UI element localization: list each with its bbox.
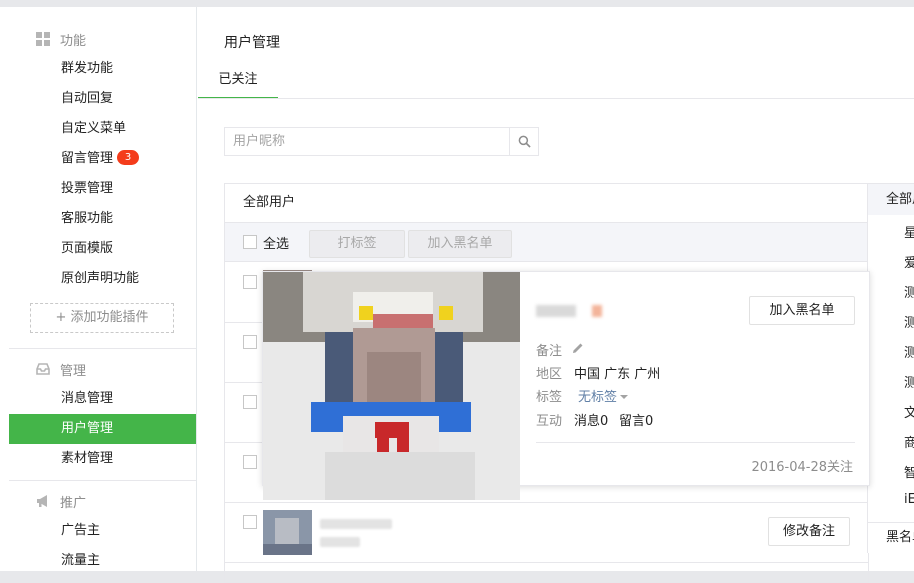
search-icon (518, 135, 531, 148)
tag-filter-item[interactable]: 文 (904, 402, 914, 421)
sidebar-item-custom-menu[interactable]: 自定义菜单 (9, 114, 196, 144)
sidebar-item-label: 广告主 (61, 523, 101, 538)
tag-filter-item[interactable]: 测 (904, 282, 914, 301)
sidebar-item-label: 用户管理 (61, 421, 114, 436)
sidebar-item-votes[interactable]: 投票管理 (9, 174, 196, 204)
tag-filter-item[interactable]: iE (904, 492, 914, 507)
sidebar-item-users[interactable]: 用户管理 (9, 414, 196, 444)
sidebar-item-label: 群发功能 (61, 61, 114, 76)
sidebar-item-label: 客服功能 (61, 211, 114, 226)
sidebar-item-page-templates[interactable]: 页面模版 (9, 234, 196, 264)
select-all-label: 全选 (263, 237, 290, 252)
inbox-icon (36, 363, 50, 375)
sidebar-item-label: 原创声明功能 (61, 271, 140, 286)
sidebar-item-advertiser[interactable]: 广告主 (9, 516, 196, 546)
user-detail-popup: 加入黑名单 备注 地区 中国 广东 广州 标签 无标签 互动 消息0 留言0 2… (262, 271, 870, 500)
panel-title: 全部用户 (225, 184, 868, 223)
divider (9, 348, 196, 349)
sidebar-item-label: 素材管理 (61, 451, 114, 466)
tab-bar-divider (198, 98, 914, 99)
user-avatar (263, 510, 312, 555)
section-promote: 推广 (37, 491, 86, 511)
follow-date: 2016-04-28关注 (751, 460, 853, 475)
search-box (224, 127, 539, 156)
search-button[interactable] (509, 128, 538, 155)
sidebar-item-mass-send[interactable]: 群发功能 (9, 54, 196, 84)
tag-label: 标签 (536, 390, 563, 405)
sidebar-item-original-claim[interactable]: 原创声明功能 (9, 264, 196, 294)
section-label: 推广 (60, 495, 87, 511)
sidebar-item-comments[interactable]: 留言管理 3 (9, 144, 196, 174)
row-checkbox[interactable] (243, 335, 257, 349)
sidebar-item-label: 投票管理 (61, 181, 114, 196)
row-checkbox[interactable] (243, 455, 257, 469)
edit-pencil-icon[interactable] (572, 342, 584, 354)
sidebar: 功能 群发功能 自动回复 自定义菜单 留言管理 3 投票管理 客服功能 页面模版 … (0, 7, 197, 571)
tag-filter-item[interactable]: 爱 (904, 252, 914, 271)
tag-button[interactable]: 打标签 (309, 230, 405, 258)
tag-filter-all[interactable]: 全部用户 (868, 184, 914, 215)
table-row[interactable]: 修改备注 (225, 503, 868, 563)
grid-icon (36, 32, 50, 46)
region-value: 中国 广东 广州 (574, 367, 661, 382)
row-checkbox[interactable] (243, 395, 257, 409)
row-checkbox[interactable] (243, 515, 257, 529)
tag-filter-item[interactable]: 测 (904, 372, 914, 391)
search-input[interactable] (225, 128, 510, 155)
add-plugin-button[interactable]: + 添加功能插件 (30, 303, 174, 333)
sidebar-item-messages[interactable]: 消息管理 (9, 384, 196, 414)
list-toolbar: 全选 打标签 加入黑名单 (225, 223, 868, 262)
tag-filter-item[interactable]: 智 (904, 462, 914, 481)
tag-filter-column: 全部用户 星 爱 测 测 测 测 文 商 智 iE 黑名单 (867, 183, 914, 553)
tag-filter-item[interactable]: 商 (904, 432, 914, 451)
comment-count: 留言0 (619, 414, 654, 429)
tab-followed[interactable]: 已关注 (198, 69, 278, 99)
chevron-down-icon (620, 395, 629, 399)
count-badge: 3 (117, 150, 140, 165)
edit-remark-button[interactable]: 修改备注 (768, 517, 850, 546)
tag-filter-item[interactable]: 测 (904, 312, 914, 331)
sidebar-item-publisher[interactable]: 流量主 (9, 546, 196, 576)
tag-value: 无标签 (578, 390, 618, 405)
popup-add-blacklist-button[interactable]: 加入黑名单 (749, 296, 855, 325)
app-frame: 功能 群发功能 自动回复 自定义菜单 留言管理 3 投票管理 客服功能 页面模版 … (0, 7, 914, 583)
interaction-label: 互动 (536, 414, 563, 429)
user-nickname-blurred (536, 302, 602, 320)
section-label: 功能 (60, 33, 87, 49)
section-features: 功能 (36, 29, 87, 49)
tag-filter-blacklist[interactable]: 黑名单 (868, 522, 914, 551)
user-profile-photo (263, 272, 520, 500)
row-checkbox[interactable] (243, 275, 257, 289)
region-label: 地区 (536, 367, 563, 382)
sidebar-item-label: 消息管理 (61, 391, 114, 406)
sidebar-item-materials[interactable]: 素材管理 (9, 444, 196, 474)
section-manage: 管理 (36, 359, 87, 379)
sidebar-item-label: 页面模版 (61, 241, 114, 256)
tag-dropdown[interactable]: 无标签 (578, 386, 629, 405)
message-count: 消息0 (574, 414, 609, 429)
divider (9, 480, 196, 481)
sidebar-item-label: 流量主 (61, 553, 101, 568)
tag-filter-item[interactable]: 星 (904, 222, 914, 241)
megaphone-icon (37, 495, 47, 507)
page-title: 用户管理 (224, 35, 280, 51)
sidebar-item-auto-reply[interactable]: 自动回复 (9, 84, 196, 114)
select-all-checkbox[interactable] (243, 235, 257, 249)
tag-filter-item[interactable]: 测 (904, 342, 914, 361)
remark-label: 备注 (536, 344, 563, 359)
sidebar-item-customer-service[interactable]: 客服功能 (9, 204, 196, 234)
sidebar-item-label: 自动回复 (61, 91, 114, 106)
sidebar-item-label: 留言管理 (61, 151, 114, 166)
add-blacklist-button[interactable]: 加入黑名单 (408, 230, 512, 258)
divider (536, 442, 855, 443)
sidebar-item-label: 自定义菜单 (61, 121, 127, 136)
section-label: 管理 (60, 363, 87, 379)
